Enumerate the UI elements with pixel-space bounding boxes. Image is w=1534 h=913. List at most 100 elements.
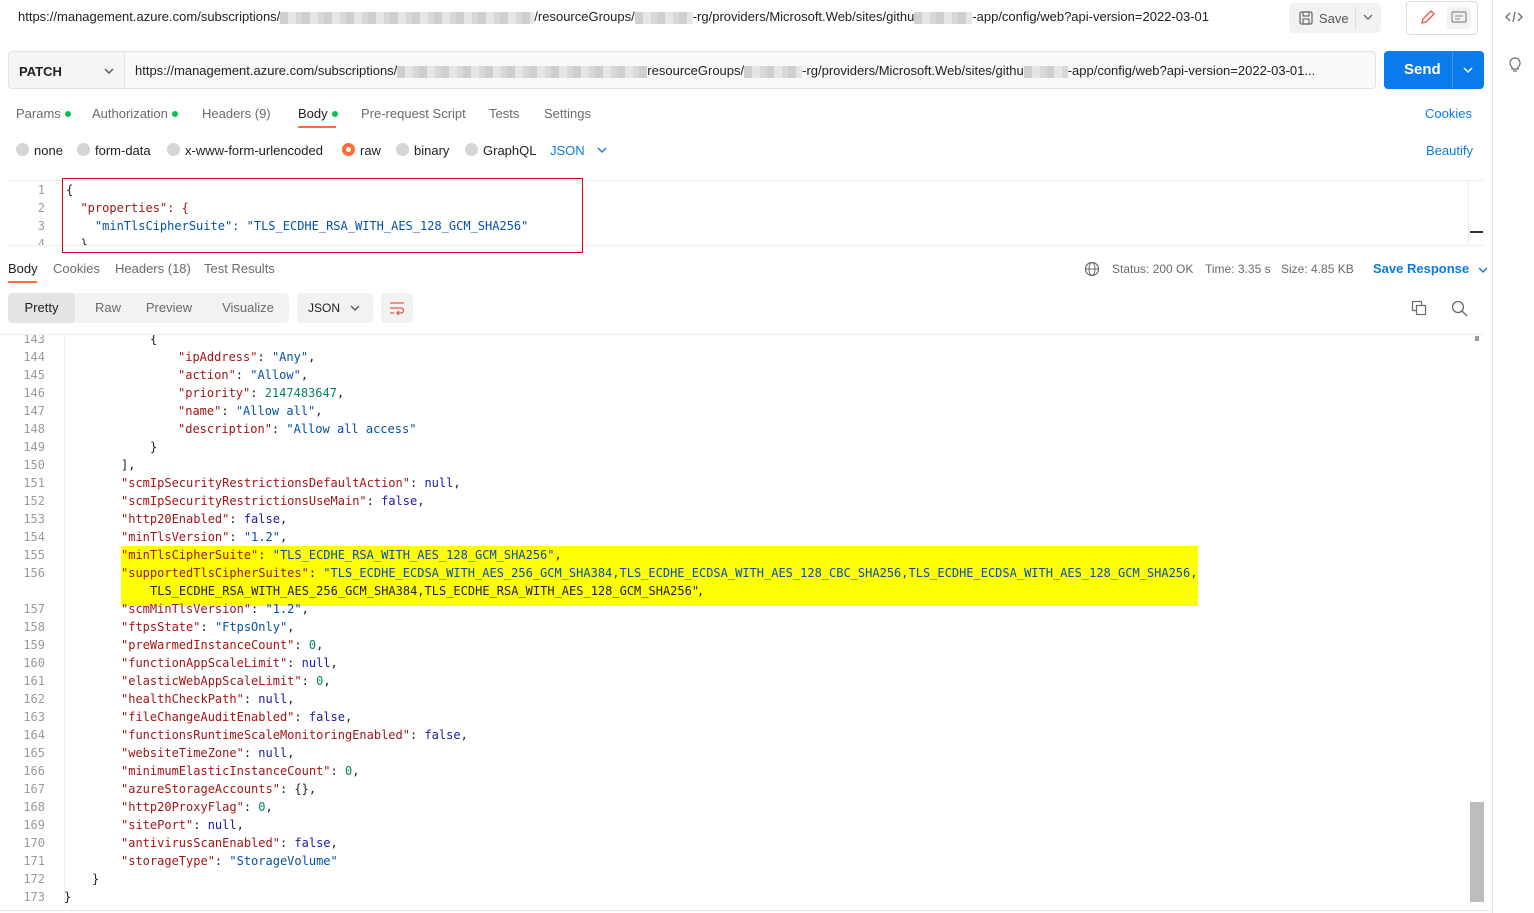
response-view-switcher: Pretty Raw Preview Visualize: [8, 293, 289, 323]
chevron-down-icon[interactable]: [1361, 10, 1375, 24]
status-dot: [64, 110, 71, 117]
code-line: 173}: [23, 890, 72, 904]
edit-comment-toggle: [1406, 1, 1478, 35]
code-line: 166 "minimumElasticInstanceCount": 0,: [23, 764, 360, 778]
url-value: https://management.azure.com/subscriptio…: [135, 63, 1316, 78]
tab-params[interactable]: Params: [16, 106, 71, 121]
code-line: 163 "fileChangeAuditEnabled": false,: [23, 710, 353, 724]
save-response-button[interactable]: Save Response: [1373, 261, 1489, 276]
code-line: 155 "minTlsCipherSuite": "TLS_ECDHE_RSA_W…: [23, 548, 562, 562]
response-size: Size: 4.85 KB: [1281, 262, 1354, 276]
code-line: 154 "minTlsVersion": "1.2",: [23, 530, 288, 544]
cookies-link[interactable]: Cookies: [1425, 106, 1472, 121]
lightbulb-icon[interactable]: [1507, 56, 1523, 74]
tab-headers[interactable]: Headers (9): [202, 106, 271, 121]
code-line: 150],: [23, 458, 136, 472]
save-button[interactable]: Save: [1289, 3, 1381, 33]
response-format-select[interactable]: JSON: [297, 293, 373, 323]
send-button[interactable]: Send: [1384, 51, 1484, 89]
code-line: 148 "description": "Allow all access": [23, 422, 417, 436]
chevron-down-icon: [1478, 267, 1488, 273]
code-line: 145 "action": "Allow",: [23, 368, 309, 382]
redacted-subscription-id: [280, 11, 535, 24]
tab-settings[interactable]: Settings: [544, 106, 591, 121]
status-dot: [171, 110, 178, 117]
search-icon[interactable]: [1451, 300, 1468, 317]
method-select[interactable]: PATCH: [8, 51, 124, 89]
redacted-resource-group: [634, 11, 693, 24]
code-line: 144 "ipAddress": "Any",: [23, 350, 316, 364]
view-raw[interactable]: Raw: [80, 293, 136, 323]
pencil-icon[interactable]: [1415, 7, 1439, 29]
view-visualize[interactable]: Visualize: [210, 293, 286, 323]
scrollbar-thumb[interactable]: [1470, 802, 1484, 902]
send-label: Send: [1404, 61, 1441, 78]
response-status: Status: 200 OK: [1112, 262, 1194, 276]
save-label: Save: [1319, 11, 1349, 26]
tab-prerequest-script[interactable]: Pre-request Script: [361, 106, 466, 121]
code-line: 151 "scmIpSecurityRestrictionsDefaultActi…: [23, 476, 461, 490]
resp-tab-body[interactable]: Body: [8, 261, 38, 276]
chevron-down-icon: [104, 68, 114, 74]
wrap-lines-button[interactable]: [381, 293, 413, 323]
code-line: 147 "name": "Allow all",: [23, 404, 323, 418]
tab-authorization[interactable]: Authorization: [92, 106, 178, 121]
code-line: 152 "scmIpSecurityRestrictionsUseMain": f…: [23, 494, 425, 508]
scrollbar[interactable]: [1470, 336, 1484, 906]
active-tab-indicator: [8, 281, 37, 283]
floppy-disk-icon: [1299, 11, 1313, 25]
code-line: 161 "elasticWebAppScaleLimit": 0,: [23, 674, 331, 688]
code-line: 172}: [23, 872, 100, 886]
code-line: TLS_ECDHE_RSA_WITH_AES_256_GCM_SHA384,TL…: [150, 584, 705, 598]
redacted-subscription-id: [397, 65, 648, 78]
request-title[interactable]: https://management.azure.com/subscriptio…: [18, 9, 1209, 24]
resp-tab-test-results[interactable]: Test Results: [204, 261, 275, 276]
request-title-bar: https://management.azure.com/subscriptio…: [0, 0, 1490, 36]
code-line: 162 "healthCheckPath": null,: [23, 692, 295, 706]
code-line: 164 "functionsRuntimeScaleMonitoringEnabl…: [23, 728, 468, 742]
tab-tests[interactable]: Tests: [489, 106, 519, 121]
code-line: 143{: [23, 334, 158, 346]
method-value: PATCH: [19, 64, 62, 79]
chevron-down-icon: [597, 147, 607, 153]
scrollbar[interactable]: [1468, 181, 1483, 245]
response-body-viewer[interactable]: 143{ 144 "ipAddress": "Any", 145 "action":…: [0, 334, 1484, 906]
globe-icon[interactable]: [1084, 261, 1100, 277]
redacted-site-name: [914, 11, 973, 24]
code-line: 159 "preWarmedInstanceCount": 0,: [23, 638, 324, 652]
code-line: 160 "functionAppScaleLimit": null,: [23, 656, 338, 670]
chevron-down-icon[interactable]: [1462, 64, 1474, 76]
redacted-resource-group: [744, 65, 803, 78]
code-line: 170 "antivirusScanEnabled": false,: [23, 836, 338, 850]
annotation-box: [62, 178, 583, 253]
resp-tab-cookies[interactable]: Cookies: [53, 261, 100, 276]
copy-icon[interactable]: [1411, 300, 1427, 316]
url-input[interactable]: https://management.azure.com/subscriptio…: [124, 51, 1376, 89]
redacted-site-name: [1023, 65, 1068, 78]
beautify-link[interactable]: Beautify: [1426, 143, 1473, 158]
tab-body[interactable]: Body: [298, 106, 338, 121]
active-tab-indicator: [298, 126, 336, 128]
code-line: 167 "azureStorageAccounts": {},: [23, 782, 317, 796]
code-line: 153 "http20Enabled": false,: [23, 512, 288, 526]
view-preview[interactable]: Preview: [138, 293, 200, 323]
body-language-select[interactable]: JSON: [550, 143, 607, 158]
comment-icon[interactable]: [1447, 7, 1471, 29]
code-line: 169 "sitePort": null,: [23, 818, 244, 832]
status-dot: [331, 110, 338, 117]
code-line: 158 "ftpsState": "FtpsOnly",: [23, 620, 295, 634]
chevron-down-icon: [350, 305, 360, 311]
resp-tab-headers[interactable]: Headers (18): [115, 261, 191, 276]
response-time: Time: 3.35 s: [1205, 262, 1271, 276]
right-sidebar: [1492, 0, 1534, 913]
wrap-lines-icon: [390, 302, 405, 316]
code-line: 171 "storageType": "StorageVolume": [23, 854, 338, 868]
code-line: 157 "scmMinTlsVersion": "1.2",: [23, 602, 309, 616]
code-line: 149}: [23, 440, 158, 454]
code-icon[interactable]: [1505, 10, 1523, 24]
code-line: 146 "priority": 2147483647,: [23, 386, 345, 400]
code-line: 168 "http20ProxyFlag": 0,: [23, 800, 273, 814]
code-line: 165 "websiteTimeZone": null,: [23, 746, 295, 760]
code-line: 156 "supportedTlsCipherSuites": "TLS_ECDH…: [23, 566, 1198, 580]
view-pretty[interactable]: Pretty: [8, 293, 75, 323]
